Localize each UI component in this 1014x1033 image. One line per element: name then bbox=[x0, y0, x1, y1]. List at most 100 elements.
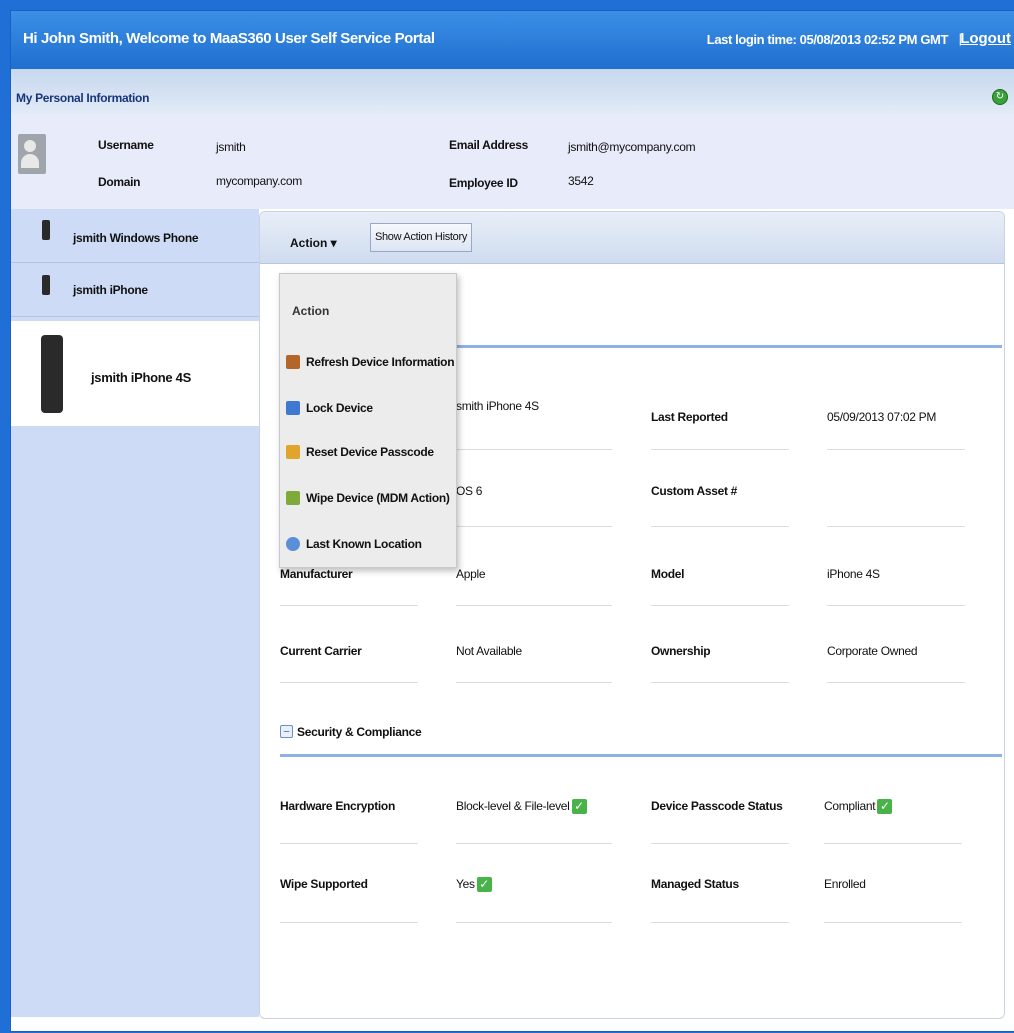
menu-item-label: Last Known Location bbox=[306, 537, 422, 551]
hardware-encryption-value: Block-level & File-level ✓ bbox=[456, 799, 587, 815]
passcode-status-text: Compliant bbox=[824, 799, 876, 813]
last-login-text: Last login time: 05/08/2013 02:52 PM GMT bbox=[706, 32, 949, 47]
menu-item-label: Reset Device Passcode bbox=[306, 445, 434, 459]
phone-icon bbox=[42, 275, 50, 295]
employee-id-value: 3542 bbox=[568, 174, 594, 188]
model-value: iPhone 4S bbox=[827, 567, 880, 581]
field-underline bbox=[824, 843, 962, 844]
employee-id-label: Employee ID bbox=[449, 176, 518, 190]
action-dropdown-menu: Action Refresh Device Information Lock D… bbox=[279, 273, 457, 568]
logout-link[interactable]: Logout bbox=[960, 30, 1011, 47]
field-underline bbox=[827, 605, 965, 606]
field-underline bbox=[651, 843, 789, 844]
personal-info-title: My Personal Information bbox=[16, 91, 150, 105]
personal-info-header: My Personal Information ↻ bbox=[11, 69, 1014, 114]
wipe-icon bbox=[286, 491, 300, 505]
field-underline bbox=[827, 682, 965, 683]
refresh-icon[interactable]: ↻ bbox=[992, 89, 1008, 105]
last-reported-value: 05/09/2013 07:02 PM bbox=[827, 410, 937, 424]
menu-item-reset-device-passcode[interactable]: Reset Device Passcode bbox=[286, 439, 454, 465]
field-underline bbox=[651, 605, 789, 606]
field-underline bbox=[280, 682, 418, 683]
device-label: jsmith iPhone bbox=[73, 283, 148, 297]
field-underline bbox=[651, 526, 789, 527]
show-action-history-button[interactable]: Show Action History bbox=[370, 223, 472, 252]
check-icon: ✓ bbox=[476, 877, 492, 893]
lock-icon bbox=[286, 401, 300, 415]
wipe-supported-text: Yes bbox=[456, 877, 475, 891]
domain-label: Domain bbox=[98, 175, 141, 189]
managed-status-label: Managed Status bbox=[651, 877, 739, 891]
menu-item-lock-device[interactable]: Lock Device bbox=[286, 395, 454, 421]
manufacturer-label: Manufacturer bbox=[280, 567, 353, 581]
field-underline bbox=[827, 449, 965, 450]
collapse-section-icon[interactable]: – bbox=[280, 725, 293, 738]
hardware-encryption-text: Block-level & File-level bbox=[456, 799, 570, 813]
menu-item-last-known-location[interactable]: Last Known Location bbox=[286, 531, 454, 557]
avatar-head bbox=[24, 140, 36, 152]
action-toolbar: Action ▾ Show Action History bbox=[260, 212, 1004, 264]
email-value: jsmith@mycompany.com bbox=[568, 140, 696, 154]
field-underline bbox=[827, 526, 965, 527]
location-icon bbox=[286, 537, 300, 551]
model-label: Model bbox=[651, 567, 685, 581]
device-item-windows-phone[interactable]: jsmith Windows Phone bbox=[11, 209, 259, 263]
manufacturer-value: Apple bbox=[456, 567, 486, 581]
phone-icon bbox=[42, 220, 50, 240]
current-carrier-value: Not Available bbox=[456, 644, 522, 658]
field-underline bbox=[280, 843, 418, 844]
field-underline bbox=[280, 605, 418, 606]
email-label: Email Address bbox=[449, 138, 529, 152]
security-section-title: Security & Compliance bbox=[297, 725, 422, 739]
field-underline bbox=[280, 922, 418, 923]
field-underline bbox=[824, 922, 962, 923]
custom-asset-label: Custom Asset # bbox=[651, 484, 738, 498]
passcode-status-label: Device Passcode Status bbox=[651, 799, 783, 813]
passcode-icon bbox=[286, 445, 300, 459]
section-divider bbox=[280, 754, 1002, 757]
device-label: jsmith Windows Phone bbox=[73, 231, 199, 245]
field-underline bbox=[456, 922, 612, 923]
menu-item-refresh-device-information[interactable]: Refresh Device Information bbox=[286, 349, 455, 375]
device-label: jsmith iPhone 4S bbox=[91, 370, 191, 385]
field-underline bbox=[651, 449, 789, 450]
refresh-icon bbox=[286, 355, 300, 369]
check-icon: ✓ bbox=[877, 799, 893, 815]
check-icon: ✓ bbox=[571, 799, 587, 815]
device-name-value: smith iPhone 4S bbox=[456, 399, 539, 413]
welcome-text: Hi John Smith, Welcome to MaaS360 User S… bbox=[23, 30, 435, 47]
passcode-status-value: Compliant ✓ bbox=[824, 799, 893, 815]
action-menu-header: Action bbox=[292, 304, 330, 318]
menu-item-wipe-device[interactable]: Wipe Device (MDM Action) bbox=[286, 485, 454, 511]
menu-item-label: Lock Device bbox=[306, 401, 373, 415]
field-underline bbox=[456, 682, 612, 683]
device-item-iphone-4s[interactable]: jsmith iPhone 4S bbox=[11, 321, 259, 426]
avatar-icon bbox=[18, 134, 46, 174]
device-sidebar: jsmith Windows Phone jsmith iPhone jsmit… bbox=[11, 209, 259, 1017]
ownership-value: Corporate Owned bbox=[827, 644, 918, 658]
last-reported-label: Last Reported bbox=[651, 410, 728, 424]
managed-status-value: Enrolled bbox=[824, 877, 866, 891]
device-item-iphone[interactable]: jsmith iPhone bbox=[11, 263, 259, 317]
os-value: OS 6 bbox=[456, 484, 483, 498]
username-value: jsmith bbox=[216, 140, 246, 154]
field-underline bbox=[456, 526, 612, 527]
top-bar: Hi John Smith, Welcome to MaaS360 User S… bbox=[11, 11, 1014, 69]
menu-item-label: Refresh Device Information bbox=[306, 355, 455, 369]
hardware-encryption-label: Hardware Encryption bbox=[280, 799, 395, 813]
field-underline bbox=[651, 682, 789, 683]
field-underline bbox=[456, 449, 612, 450]
ownership-label: Ownership bbox=[651, 644, 711, 658]
avatar-body bbox=[21, 154, 39, 168]
field-underline bbox=[651, 922, 789, 923]
field-underline bbox=[456, 605, 612, 606]
username-label: Username bbox=[98, 138, 154, 152]
personal-info-panel: Username jsmith Domain mycompany.com Ema… bbox=[11, 114, 1014, 209]
action-menu-button[interactable]: Action ▾ bbox=[290, 236, 337, 250]
domain-value: mycompany.com bbox=[216, 174, 302, 188]
portal-frame: Hi John Smith, Welcome to MaaS360 User S… bbox=[10, 10, 1014, 1032]
current-carrier-label: Current Carrier bbox=[280, 644, 362, 658]
phone-icon bbox=[41, 335, 63, 413]
wipe-supported-label: Wipe Supported bbox=[280, 877, 368, 891]
field-underline bbox=[456, 843, 612, 844]
